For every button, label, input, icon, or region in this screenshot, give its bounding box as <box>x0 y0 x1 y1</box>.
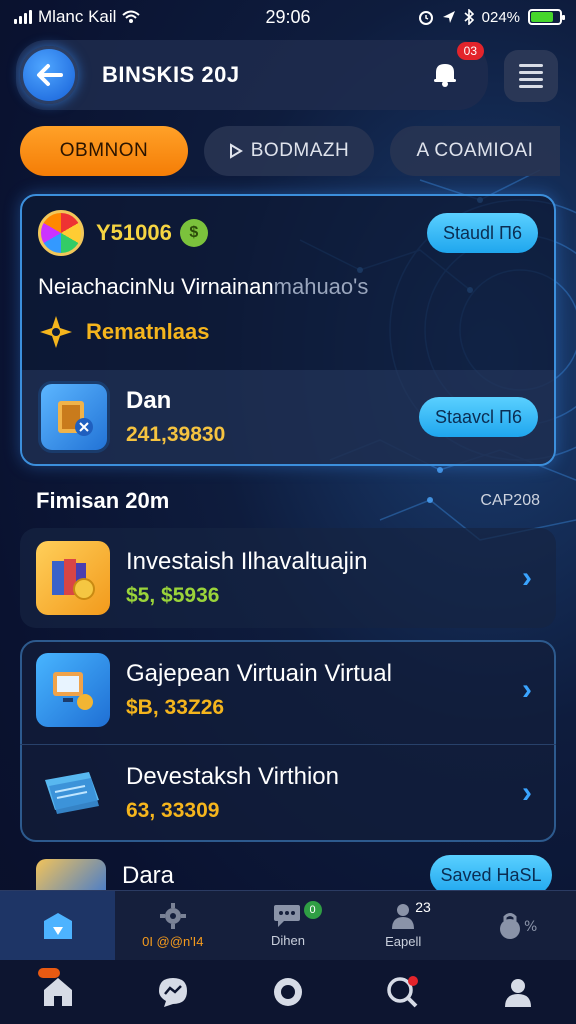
nav-center[interactable] <box>258 964 318 1020</box>
notification-button[interactable]: 03 <box>430 41 484 93</box>
tab-row: OBMNON BODMAZH A COAMIOAI <box>20 126 576 176</box>
balance-amount: Y51006 <box>96 220 172 245</box>
tabbar-profile[interactable]: 23 Eapell <box>346 891 461 960</box>
location-icon <box>442 11 455 23</box>
featured-header: Y51006 $ Staudl П6 <box>38 210 538 256</box>
staavcl-button[interactable]: Staavcl П6 <box>419 397 538 437</box>
sub-title: Dan <box>126 387 172 414</box>
tabbar-label: 0I @@n'I4 <box>142 934 204 949</box>
ticket-stack-icon <box>36 756 110 830</box>
nav-profile[interactable] <box>488 964 548 1020</box>
chevron-right-icon: › <box>522 673 532 706</box>
list-item[interactable]: Devestaksh Virthion 63, 33309 › <box>20 744 556 840</box>
notification-badge: 03 <box>456 41 484 60</box>
featured-sub-item[interactable]: Dan 241,39830 Staavcl П6 <box>22 370 554 464</box>
profile-icon <box>505 979 532 1007</box>
menu-line <box>519 85 543 88</box>
person-icon <box>392 904 415 929</box>
tabbar-store[interactable] <box>0 891 116 960</box>
featured-headline: NeiachacinNu Virnainanmahuao's <box>38 274 368 300</box>
chevron-right-icon: › <box>522 775 532 809</box>
section-header: Fimisan 20m CAP208 <box>36 488 540 514</box>
book-app-icon <box>38 381 110 453</box>
messenger-icon <box>158 978 187 1007</box>
tab-bodmazh[interactable]: BODMAZH <box>204 126 374 176</box>
books-coin-icon <box>36 541 110 615</box>
play-icon <box>229 143 243 159</box>
bell-icon <box>434 63 456 87</box>
list-item-title: Gajepean Virtuain Virtual <box>126 660 392 687</box>
bottom-nav <box>0 960 576 1024</box>
list-item-value: $B, 33Z26 <box>126 696 225 719</box>
list-item-title: Devestaksh Virthion <box>126 762 339 790</box>
list-item-value: 63, 33309 <box>126 798 220 822</box>
sub-value: 241,39830 <box>126 423 226 446</box>
reward-label: Rematnlaas <box>86 319 210 344</box>
desktop-app-icon <box>36 653 110 727</box>
reward-row: Rematnlaas <box>38 314 210 350</box>
list-item-title: Investaish Ilhavaltuajin <box>126 548 368 575</box>
svg-text:%: % <box>524 919 537 935</box>
tab-coamioai[interactable]: A COAMIOAI <box>390 126 560 176</box>
circle-icon <box>273 978 302 1006</box>
gear-icon <box>159 903 186 929</box>
tab-obmnon[interactable]: OBMNON <box>20 126 188 176</box>
chevron-right-icon: › <box>522 561 532 594</box>
home-icon <box>43 978 72 1006</box>
arrow-left-icon <box>37 64 63 86</box>
battery-icon <box>528 9 566 25</box>
nav-messenger[interactable] <box>143 964 203 1020</box>
menu-line <box>519 71 543 74</box>
carrier-name: Mlanc Kail <box>38 7 117 26</box>
coin-icon: $ <box>179 219 208 247</box>
chat-icon <box>274 905 300 927</box>
tabbar-badge-text: 23 <box>415 899 431 915</box>
menu-line <box>519 64 543 67</box>
lock-percent-icon: % <box>500 912 538 939</box>
tab-label: BODMAZH <box>250 140 350 161</box>
chat-badge: 0 <box>303 901 322 919</box>
back-button[interactable] <box>20 46 78 104</box>
status-bar: Mlanc Kail 29:06 024% <box>0 0 576 34</box>
section-title: Fimisan 20m <box>36 488 170 513</box>
signal-icon <box>14 10 32 24</box>
list-item-value: $5, $5936 <box>126 584 220 607</box>
wifi-icon <box>122 10 141 23</box>
header-bar: BINSKIS 20J 03 <box>16 40 488 110</box>
bluetooth-icon <box>464 9 474 25</box>
store-icon <box>43 912 72 939</box>
alarm-icon <box>418 11 433 25</box>
tab-bar: 0I @@n'I4 0 Dihen 23 Eapell % <box>0 890 576 960</box>
clock: 29:06 <box>265 6 311 27</box>
sparkle-icon <box>40 316 72 348</box>
battery-fill <box>531 12 554 22</box>
tabbar-label: Eapell <box>385 934 422 949</box>
folder-icon <box>36 859 106 893</box>
home-indicator <box>37 968 60 978</box>
staudl-button[interactable]: Staudl П6 <box>427 213 538 253</box>
nav-search-chat[interactable] <box>373 964 433 1020</box>
page-title: BINSKIS 20J <box>102 62 240 87</box>
nav-home[interactable] <box>28 964 88 1020</box>
battery-percent: 024% <box>481 8 521 26</box>
featured-card: Y51006 $ Staudl П6 NeiachacinNu Virnaina… <box>20 194 556 466</box>
prize-wheel-icon <box>38 210 84 256</box>
menu-button[interactable] <box>504 50 558 102</box>
headline-dim: mahuao's <box>273 274 369 299</box>
section-link[interactable]: CAP208 <box>480 492 540 510</box>
tabbar-chat[interactable]: 0 Dihen <box>230 891 345 960</box>
saved-button[interactable]: Saved HaSL <box>430 855 552 895</box>
tabbar-settings[interactable]: 0I @@n'I4 <box>115 891 230 960</box>
headline-main: NeiachacinNu Virnainan <box>38 274 274 299</box>
search-chat-icon <box>387 976 419 1008</box>
tabbar-lock[interactable]: % <box>461 891 576 960</box>
list-item[interactable]: Gajepean Virtuain Virtual $B, 33Z26 › <box>20 642 556 738</box>
tabbar-label: Dihen <box>271 933 305 948</box>
menu-line <box>519 78 543 81</box>
list-item[interactable]: Investaish Ilhavaltuajin $5, $5936 › <box>20 528 556 628</box>
